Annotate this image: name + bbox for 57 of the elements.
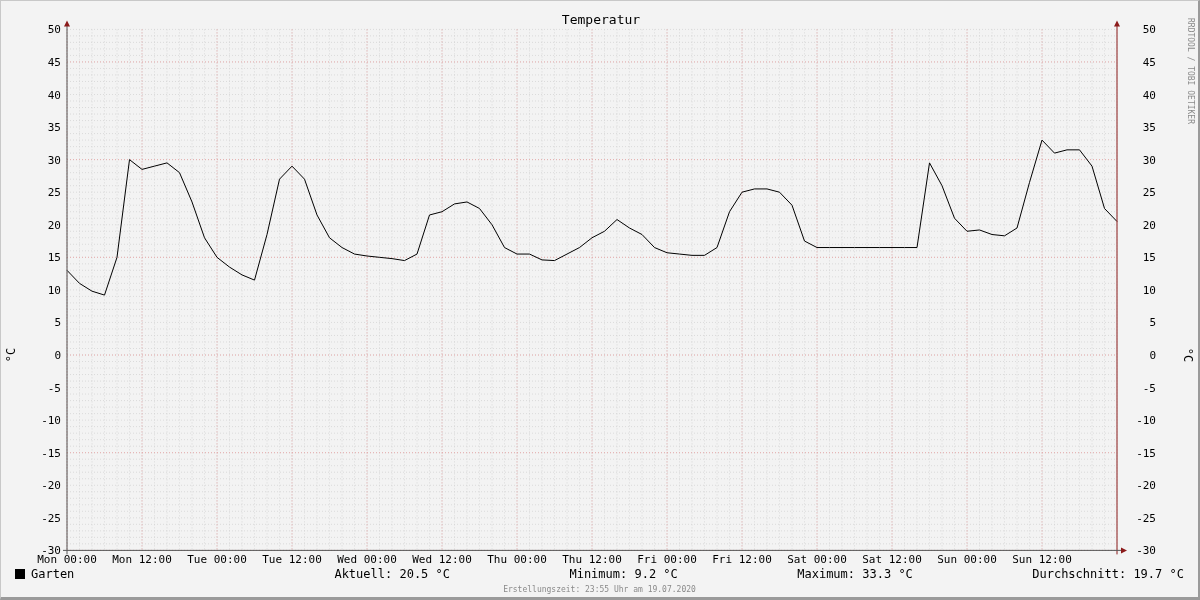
- y-tick-label: 25: [47, 186, 61, 200]
- x-tick-label: Fri 12:00: [712, 553, 772, 566]
- x-tick-label: Wed 12:00: [412, 553, 472, 566]
- y-tick-label: -25: [1136, 511, 1156, 525]
- x-tick-label: Sat 12:00: [862, 553, 922, 566]
- x-tick-label: Mon 12:00: [112, 553, 172, 566]
- stat-text: Minimum: 9.2 °C: [569, 567, 678, 581]
- footer-text: Erstellungszeit: 23:55 Uhr am 19.07.2020: [503, 585, 696, 594]
- y-tick-label: 45: [1142, 55, 1156, 69]
- legend-label: Garten: [31, 567, 75, 581]
- stat-text: Durchschnitt: 19.7 °C: [1032, 567, 1184, 581]
- y-tick-label: 15: [47, 251, 61, 265]
- y-tick-label: 40: [1142, 88, 1156, 102]
- y-tick-label: 40: [47, 88, 61, 102]
- x-tick-label: Tue 12:00: [262, 553, 322, 566]
- y-tick-label: 50: [47, 23, 61, 37]
- credit-text: RRDTOOL / TOBI OETIKER: [1186, 18, 1195, 124]
- x-tick-label: Sat 00:00: [787, 553, 847, 566]
- y-tick-label: 5: [1149, 316, 1156, 330]
- y-tick-label: -20: [1136, 479, 1156, 493]
- y-tick-label: 10: [1142, 283, 1156, 297]
- x-tick-label: Sun 12:00: [1012, 553, 1072, 566]
- y-tick-label: -10: [41, 414, 61, 428]
- y-tick-label: 15: [1142, 251, 1156, 265]
- y-tick-label: 25: [1142, 186, 1156, 200]
- x-tick-label: Sun 00:00: [937, 553, 997, 566]
- y-tick-label: 30: [1142, 153, 1156, 167]
- y-tick-label: 10: [47, 283, 61, 297]
- y-tick-label: 0: [54, 349, 61, 362]
- x-tick-label: Fri 00:00: [637, 553, 697, 566]
- x-tick-label: Tue 00:00: [187, 553, 247, 566]
- stat-text: Aktuell: 20.5 °C: [334, 567, 450, 581]
- y-tick-label: 50: [1142, 23, 1156, 37]
- y-axis-label: °C: [4, 347, 18, 363]
- stat-text: Maximum: 33.3 °C: [797, 567, 913, 581]
- y-tick-label: -25: [41, 511, 61, 525]
- y-tick-label: 0: [1149, 349, 1156, 362]
- y-tick-label: -20: [41, 479, 61, 493]
- y-tick-label: -30: [1136, 544, 1156, 558]
- y-tick-label: -5: [47, 381, 61, 395]
- y-tick-label: 20: [1142, 218, 1156, 232]
- y-tick-label: 20: [47, 218, 61, 232]
- y-tick-label: -5: [1142, 381, 1156, 395]
- chart-title: Temperatur: [561, 12, 641, 27]
- y-tick-label: -10: [1136, 414, 1156, 428]
- y-tick-label: 5: [54, 316, 61, 330]
- y-tick-label: -15: [1136, 446, 1156, 460]
- y-tick-label: 45: [47, 55, 61, 69]
- x-tick-label: Mon 00:00: [37, 553, 97, 566]
- y-axis-label: °C: [1181, 347, 1195, 363]
- x-tick-label: Thu 00:00: [487, 553, 547, 566]
- y-tick-label: -15: [41, 446, 61, 460]
- x-tick-label: Wed 00:00: [337, 553, 397, 566]
- x-tick-label: Thu 12:00: [562, 553, 622, 566]
- y-tick-label: 30: [47, 153, 61, 167]
- y-tick-label: 35: [1142, 121, 1156, 135]
- y-tick-label: 35: [47, 121, 61, 135]
